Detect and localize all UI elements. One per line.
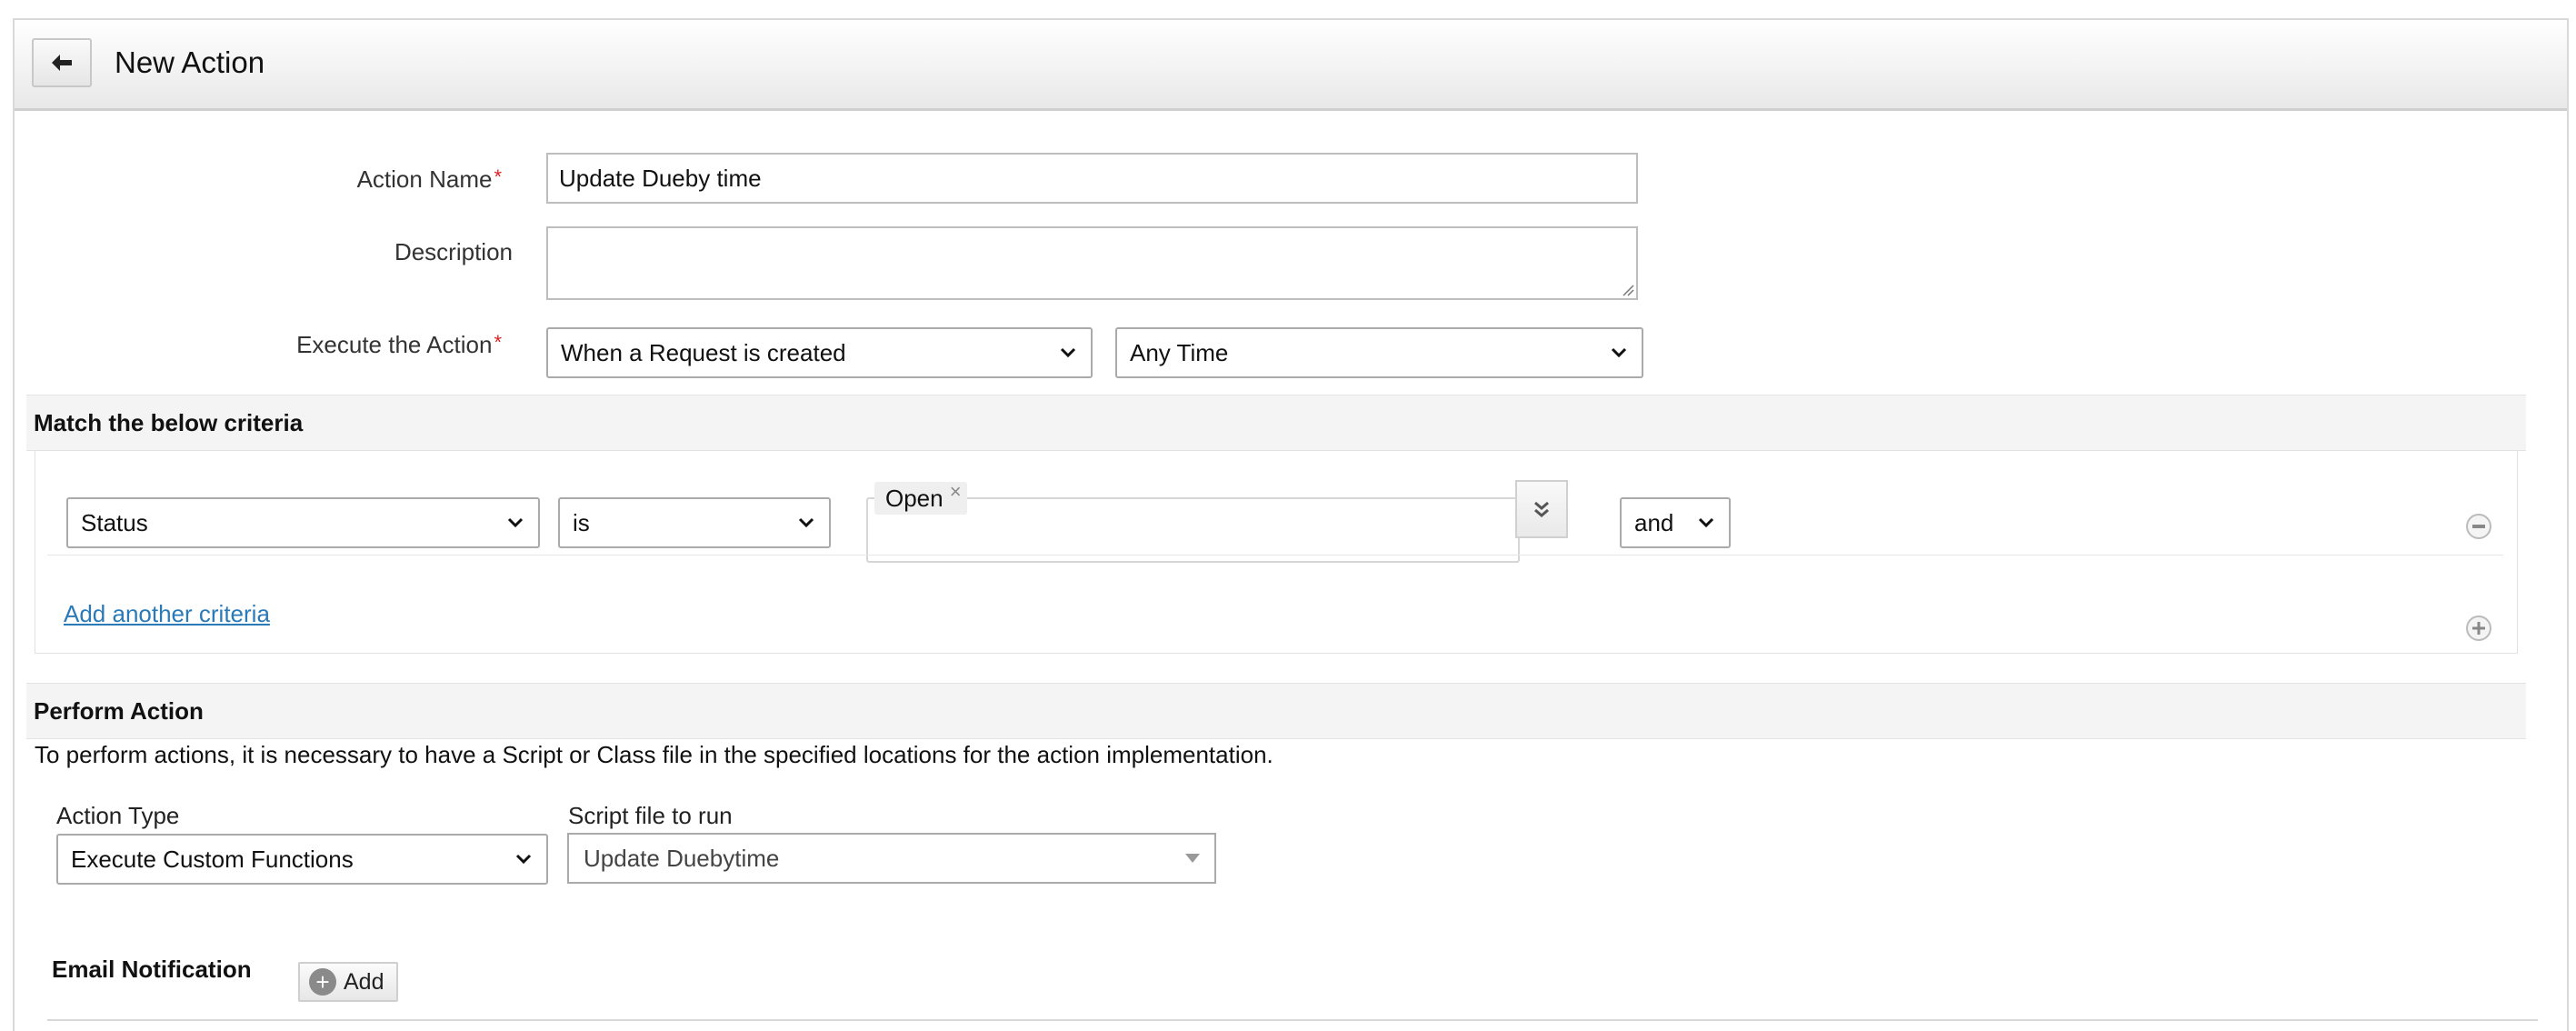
perform-section-header: Perform Action <box>26 683 2526 739</box>
script-file-label: Script file to run <box>568 802 733 829</box>
action-name-value: Update Dueby time <box>559 164 762 192</box>
required-mark: * <box>494 165 502 188</box>
chevron-down-icon <box>505 513 525 533</box>
criteria-conjunction-select[interactable]: and <box>1620 497 1731 548</box>
chevron-down-icon <box>1609 343 1629 363</box>
action-type-label: Action Type <box>56 802 180 829</box>
caret-down-icon <box>1185 854 1200 863</box>
required-mark: * <box>494 331 502 354</box>
email-notification-label: Email Notification <box>52 956 252 983</box>
back-button[interactable] <box>32 38 92 87</box>
double-chevron-down-icon <box>1534 501 1549 517</box>
perform-note: To perform actions, it is necessary to h… <box>35 741 1273 768</box>
action-name-input[interactable]: Update Dueby time <box>546 153 1638 204</box>
value-picker-button[interactable] <box>1515 480 1568 538</box>
chevron-down-icon <box>1696 513 1716 533</box>
description-textarea[interactable] <box>546 226 1638 300</box>
arrow-left-icon <box>52 55 72 71</box>
chevron-down-icon <box>1058 343 1078 363</box>
resize-grip-icon[interactable] <box>1620 282 1634 296</box>
chevron-down-icon <box>514 849 534 869</box>
remove-tag-icon[interactable]: × <box>950 480 962 504</box>
add-criteria-icon[interactable] <box>2466 616 2491 641</box>
description-label: Description <box>394 238 513 265</box>
add-email-notification-button[interactable]: + Add <box>298 962 398 1002</box>
section-divider <box>47 1019 2538 1021</box>
execute-when-select[interactable]: When a Request is created <box>546 327 1093 378</box>
action-type-select[interactable]: Execute Custom Functions <box>56 834 548 885</box>
chevron-down-icon <box>796 513 816 533</box>
add-criteria-link[interactable]: Add another criteria <box>64 600 270 628</box>
script-file-combobox[interactable]: Update Duebytime <box>567 833 1216 884</box>
plus-circle-icon: + <box>309 968 336 996</box>
remove-criteria-icon[interactable] <box>2466 514 2491 539</box>
criteria-divider <box>47 555 2503 556</box>
criteria-value-tag: Open × <box>874 480 967 515</box>
execute-action-label: Execute the Action* <box>296 331 502 358</box>
page-header: New Action <box>15 20 2567 111</box>
page-title: New Action <box>115 45 265 79</box>
criteria-operator-select[interactable]: is <box>558 497 831 548</box>
action-name-label: Action Name* <box>356 165 502 193</box>
criteria-field-select[interactable]: Status <box>66 497 540 548</box>
execute-time-select[interactable]: Any Time <box>1115 327 1643 378</box>
criteria-section-header: Match the below criteria <box>26 395 2526 451</box>
